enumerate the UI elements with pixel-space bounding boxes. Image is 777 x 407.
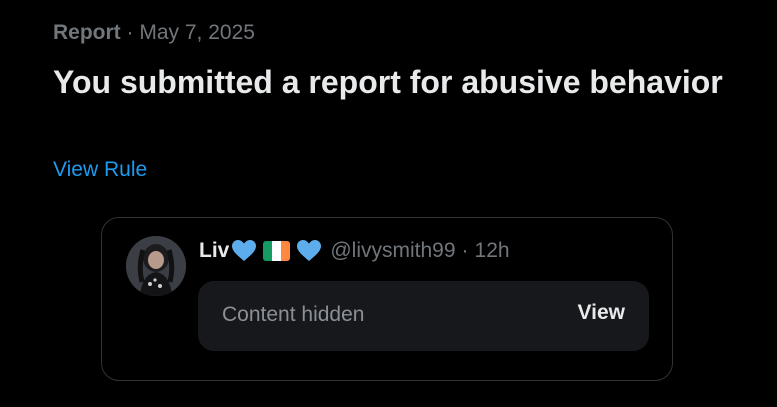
author-handle[interactable]: @livysmith99 — [330, 239, 455, 263]
avatar-image — [126, 236, 186, 296]
notification-title: You submitted a report for abusive behav… — [53, 64, 723, 100]
post-time[interactable]: 12h — [475, 239, 510, 263]
view-rule-link[interactable]: View Rule — [53, 158, 147, 182]
ireland-flag-icon — [263, 241, 291, 261]
time-separator: · — [461, 239, 469, 262]
notification-meta: Report · May 7, 2025 — [53, 21, 255, 45]
reported-post-card[interactable]: Liv @livysmith99 · 12h Content hidden Vi… — [101, 217, 673, 381]
author-name[interactable]: Liv — [199, 239, 229, 263]
notification-type: Report — [53, 21, 121, 44]
notification-date: May 7, 2025 — [139, 21, 255, 44]
blue-heart-icon — [232, 240, 257, 261]
report-notification-page: Report · May 7, 2025 You submitted a rep… — [0, 0, 777, 407]
view-content-button[interactable]: View — [578, 301, 625, 325]
hidden-content-label: Content hidden — [222, 303, 365, 326]
blue-heart-icon — [297, 240, 322, 261]
avatar[interactable] — [126, 236, 186, 296]
meta-separator: · — [126, 21, 134, 44]
hidden-content-box: Content hidden View — [198, 281, 649, 351]
post-author-row: Liv @livysmith99 · 12h — [199, 236, 510, 266]
